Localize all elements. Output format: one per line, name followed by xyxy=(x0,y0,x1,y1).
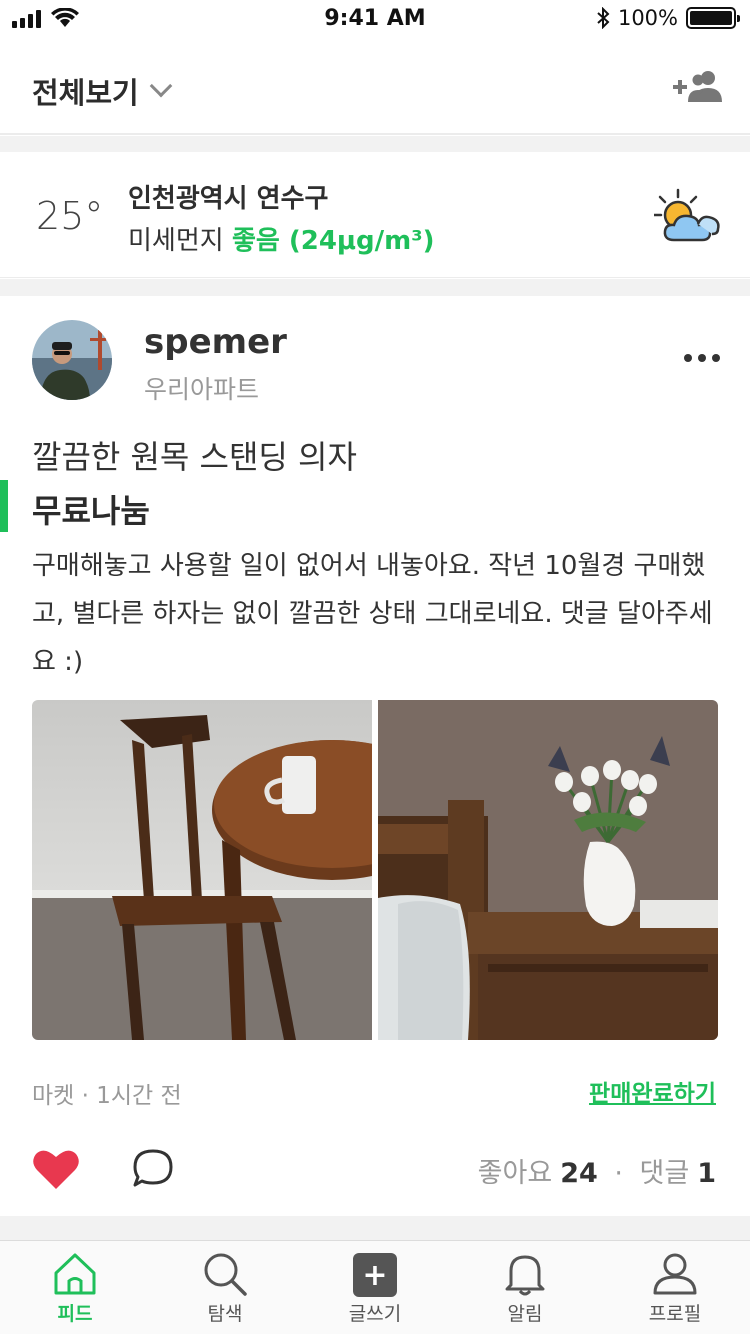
dust-status: 좋음 (24μg/m³) xyxy=(231,226,435,256)
avatar[interactable] xyxy=(32,320,112,400)
weather-location: 인천광역시 연수구 xyxy=(128,184,329,214)
status-right: 100% xyxy=(596,6,740,30)
header: 전체보기 xyxy=(0,40,750,135)
fine-dust: 미세먼지 좋음 (24μg/m³) xyxy=(128,220,435,257)
price-accent-bar xyxy=(0,480,8,532)
chevron-down-icon xyxy=(149,74,173,98)
post-price: 무료나눔 xyxy=(32,492,150,530)
battery-icon xyxy=(686,7,740,29)
likes-label: 좋아요 xyxy=(477,1158,553,1189)
temperature: 25° xyxy=(36,194,104,238)
tab-label: 알림 xyxy=(507,1303,543,1325)
meta-separator: · xyxy=(81,1083,97,1109)
post-photo-chair[interactable] xyxy=(32,700,372,1040)
tab-write[interactable]: + 글쓰기 xyxy=(300,1241,450,1334)
post-username[interactable]: spemer xyxy=(144,322,287,362)
counts-separator: · xyxy=(605,1158,632,1189)
section-divider xyxy=(0,1216,750,1240)
tab-label: 탐색 xyxy=(207,1303,243,1325)
status-bar: 9:41 AM 100% xyxy=(0,0,750,40)
bell-icon xyxy=(505,1255,545,1296)
comments-label: 댓글 xyxy=(639,1158,690,1189)
post-category: 마켓 xyxy=(32,1083,75,1109)
section-divider xyxy=(0,279,750,296)
tab-profile[interactable]: 프로필 xyxy=(600,1241,750,1334)
weather-card[interactable]: 25° 인천광역시 연수구 미세먼지 좋음 (24μg/m³) xyxy=(0,152,750,278)
post-meta: 마켓 · 1시간 전 xyxy=(32,1076,182,1110)
post-apartment: 우리아파트 xyxy=(144,375,260,404)
comments-count: 1 xyxy=(697,1158,716,1189)
home-icon xyxy=(54,1253,96,1295)
more-icon[interactable] xyxy=(684,354,720,362)
tab-feed[interactable]: 피드 xyxy=(0,1241,150,1334)
post-time: 1시간 전 xyxy=(96,1083,182,1109)
tab-label: 글쓰기 xyxy=(348,1303,402,1325)
feed-filter-dropdown[interactable]: 전체보기 xyxy=(32,70,173,112)
battery-text: 100% xyxy=(617,6,678,30)
partly-cloudy-icon xyxy=(654,188,720,242)
likes-count: 24 xyxy=(560,1158,598,1189)
post-photo-table[interactable] xyxy=(378,700,718,1040)
dust-label: 미세먼지 xyxy=(128,226,224,256)
post-card: spemer 우리아파트 깔끔한 원목 스탠딩 의자 무료나눔 구매해놓고 사용… xyxy=(0,296,750,1216)
bluetooth-icon xyxy=(597,7,610,29)
post-counts: 좋아요 24 · 댓글 1 xyxy=(478,1151,716,1190)
tab-bar: 피드 탐색 + 글쓰기 알림 프로필 xyxy=(0,1240,750,1334)
post-title: 깔끔한 원목 스탠딩 의자 xyxy=(32,438,357,476)
tab-label: 프로필 xyxy=(648,1303,702,1325)
header-title: 전체보기 xyxy=(32,76,139,110)
post-body: 구매해놓고 사용할 일이 없어서 내놓아요. 작년 10월경 구매했고, 별다른… xyxy=(32,551,713,677)
tab-label: 피드 xyxy=(57,1303,93,1325)
write-icon: + xyxy=(353,1253,397,1297)
mark-sold-link[interactable]: 판매완료하기 xyxy=(589,1074,716,1108)
heart-icon[interactable] xyxy=(32,1148,80,1190)
search-icon xyxy=(204,1253,247,1296)
tab-notifications[interactable]: 알림 xyxy=(450,1241,600,1334)
section-divider xyxy=(0,136,750,152)
battery-fill xyxy=(690,11,732,25)
profile-icon xyxy=(653,1253,697,1295)
comment-icon[interactable] xyxy=(132,1148,174,1188)
add-friend-icon[interactable] xyxy=(672,70,724,104)
tab-search[interactable]: 탐색 xyxy=(150,1241,300,1334)
